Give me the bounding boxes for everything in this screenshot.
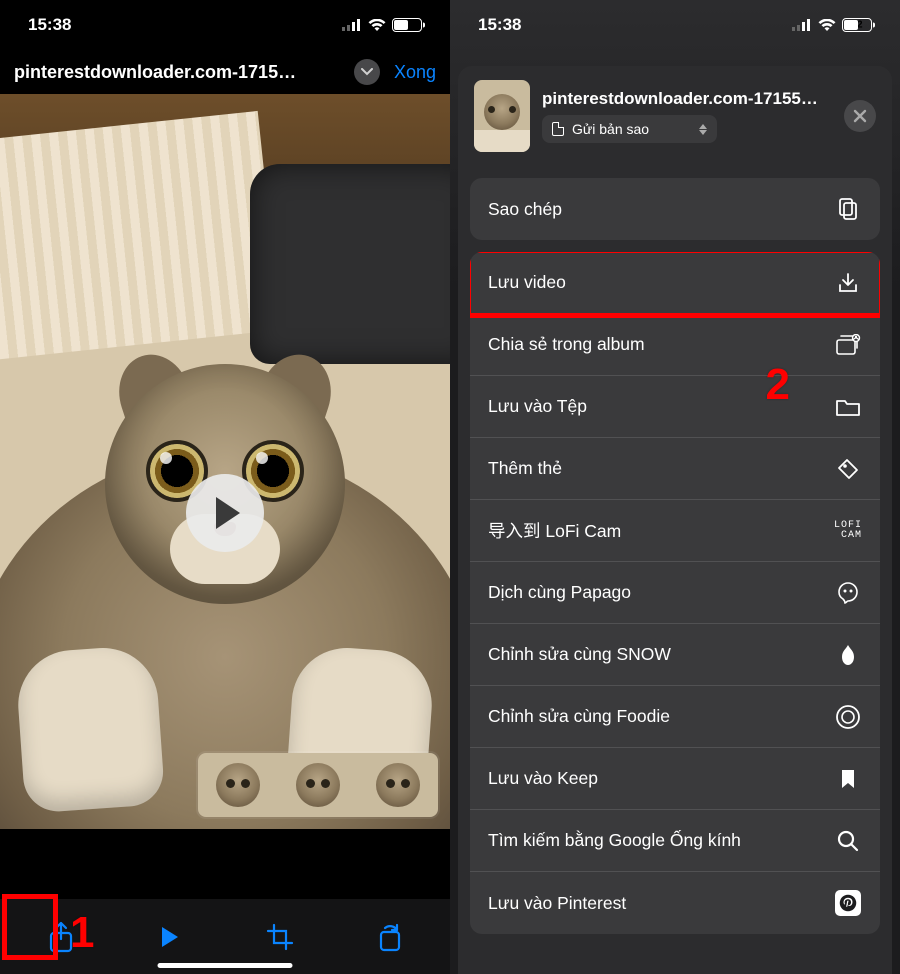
menu-item-save-video[interactable]: Lưu video [470,252,880,314]
sheet-title: pinterestdownloader.com-17155… [542,89,832,109]
album-share-icon [834,334,862,356]
file-title: pinterestdownloader.com-1715… [14,62,346,83]
home-indicator[interactable] [158,963,293,968]
send-copy-label: Gửi bản sao [572,121,649,137]
cellular-icon [792,19,812,31]
status-right: 52 [792,18,872,32]
left-screen: 15:38 52 pinterestdownloader.com-1715… X… [0,0,450,974]
pinterest-icon [834,890,862,916]
title-dropdown[interactable] [354,59,380,85]
bookmark-icon [834,768,862,790]
crop-button[interactable] [257,914,303,960]
download-icon [834,271,862,295]
play-button[interactable] [186,474,264,552]
status-bar: 15:38 52 [450,0,900,50]
menu-item-lofi[interactable]: 导入到 LoFi Cam LOFICAM [470,500,880,562]
file-icon [552,122,564,136]
menu-item-save-files[interactable]: Lưu vào Tệp [470,376,880,438]
snow-icon [834,643,862,667]
crop-icon [266,923,294,951]
play-toolbar-button[interactable] [147,914,193,960]
status-time: 15:38 [478,15,521,35]
menu-item-copy[interactable]: Sao chép [470,178,880,240]
menu-group-main: Lưu video Chia sẻ trong album Lưu vào Tệ… [470,252,880,934]
search-icon [834,829,862,853]
rotate-icon [375,922,403,952]
updown-icon [699,124,707,135]
menu-group-copy: Sao chép [470,178,880,240]
menu-item-papago[interactable]: Dịch cùng Papago [470,562,880,624]
menu-item-add-tags[interactable]: Thêm thẻ [470,438,880,500]
send-copy-button[interactable]: Gửi bản sao [542,115,717,143]
cellular-icon [342,19,362,31]
battery-icon: 52 [842,18,872,32]
foodie-icon [834,704,862,730]
thumbnail[interactable] [358,753,438,817]
share-icon [47,921,75,953]
share-button[interactable] [38,914,84,960]
wifi-icon [818,19,836,32]
close-button[interactable] [844,100,876,132]
nav-header: pinterestdownloader.com-1715… Xong [0,50,450,94]
frame-thumbnails[interactable] [196,751,440,819]
thumbnail[interactable] [198,753,278,817]
thumbnail[interactable] [278,753,358,817]
menu-item-keep[interactable]: Lưu vào Keep [470,748,880,810]
menu-item-snow[interactable]: Chỉnh sửa cùng SNOW [470,624,880,686]
copy-icon [834,197,862,221]
chevron-down-icon [361,68,373,76]
lofi-icon: LOFICAM [834,521,862,541]
menu-item-share-album[interactable]: Chia sẻ trong album [470,314,880,376]
menu-item-google-lens[interactable]: Tìm kiếm bằng Google Ống kính [470,810,880,872]
menu-item-foodie[interactable]: Chỉnh sửa cùng Foodie [470,686,880,748]
status-right: 52 [342,18,422,32]
battery-icon: 52 [392,18,422,32]
sheet-thumbnail [474,80,530,152]
wifi-icon [368,19,386,32]
status-bar: 15:38 52 [0,0,450,50]
tag-icon [834,457,862,481]
share-sheet: pinterestdownloader.com-17155… Gửi bản s… [458,66,892,974]
done-button[interactable]: Xong [388,62,436,83]
sheet-header: pinterestdownloader.com-17155… Gửi bản s… [458,66,892,166]
video-preview[interactable] [0,94,450,829]
play-icon [160,926,180,948]
papago-icon [834,581,862,605]
status-time: 15:38 [28,15,71,35]
menu-item-pinterest[interactable]: Lưu vào Pinterest [470,872,880,934]
play-icon [216,497,240,529]
right-screen: 15:38 52 pinterestdownl [450,0,900,974]
folder-icon [834,397,862,417]
close-icon [853,109,867,123]
rotate-button[interactable] [366,914,412,960]
